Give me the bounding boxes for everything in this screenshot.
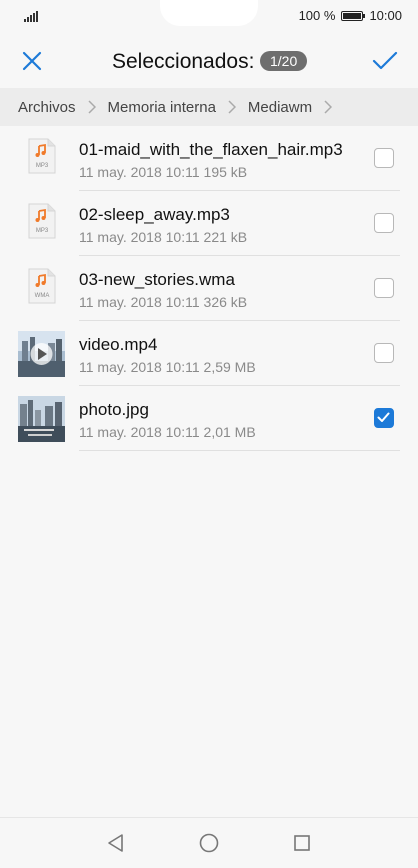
file-name: photo.jpg — [79, 400, 149, 419]
close-icon — [22, 51, 42, 71]
list-item[interactable]: video.mp4 11 may. 2018 10:11 2,59 MB — [0, 321, 418, 386]
recents-button[interactable] — [289, 830, 315, 856]
file-type-label: MP3 — [36, 228, 49, 234]
chevron-right-icon — [88, 100, 96, 114]
navigation-bar — [0, 817, 418, 868]
file-meta: 11 may. 2018 10:11 195 kB — [79, 164, 248, 180]
file-checkbox-checked[interactable] — [374, 408, 394, 428]
selection-count-badge: 1/20 — [260, 51, 308, 71]
battery-icon — [341, 10, 366, 21]
file-name: 03-new_stories.wma — [79, 270, 235, 289]
music-file-icon: WMA — [28, 268, 56, 304]
file-checkbox[interactable] — [374, 278, 394, 298]
home-button[interactable] — [196, 830, 222, 856]
list-item[interactable]: WMA 03-new_stories.wma 11 may. 2018 10:1… — [0, 256, 418, 321]
file-meta: 11 may. 2018 10:11 326 kB — [79, 294, 248, 310]
list-item[interactable]: MP3 02-sleep_away.mp3 11 may. 2018 10:11… — [0, 191, 418, 256]
music-file-icon: MP3 — [28, 203, 56, 239]
file-checkbox[interactable] — [374, 213, 394, 233]
selection-header: Seleccionados: 1/20 — [0, 34, 418, 88]
back-triangle-icon — [108, 834, 123, 852]
camera-notch — [160, 0, 258, 26]
chevron-right-icon — [228, 100, 236, 114]
file-name: 01-maid_with_the_flaxen_hair.mp3 — [79, 140, 343, 159]
battery-percent: 100 % — [298, 8, 336, 23]
recents-square-icon — [294, 835, 310, 851]
breadcrumb-archivos[interactable]: Archivos — [18, 99, 76, 116]
clock: 10:00 — [369, 8, 402, 23]
back-button[interactable] — [103, 830, 129, 856]
file-list: MP3 01-maid_with_the_flaxen_hair.mp3 11 … — [0, 126, 418, 451]
video-thumbnail — [18, 331, 65, 377]
list-item[interactable]: photo.jpg 11 may. 2018 10:11 2,01 MB — [0, 386, 418, 451]
file-name: 02-sleep_away.mp3 — [79, 205, 230, 224]
file-meta: 11 may. 2018 10:11 2,59 MB — [79, 359, 256, 375]
file-type-label: MP3 — [36, 163, 49, 169]
breadcrumb: Archivos Memoria interna Mediawm — [0, 88, 418, 126]
chevron-right-icon — [324, 100, 333, 114]
page-title: Seleccionados: — [112, 50, 255, 73]
list-item[interactable]: MP3 01-maid_with_the_flaxen_hair.mp3 11 … — [0, 126, 418, 191]
breadcrumb-mediawm[interactable]: Mediawm — [248, 99, 312, 116]
divider — [79, 450, 400, 451]
checkmark-icon — [377, 412, 390, 422]
file-type-label: WMA — [35, 293, 50, 299]
signal-icon — [24, 10, 38, 22]
status-bar: 100 % 10:00 — [0, 0, 418, 34]
breadcrumb-memoria-interna[interactable]: Memoria interna — [108, 99, 216, 116]
check-icon — [372, 51, 398, 70]
file-checkbox[interactable] — [374, 148, 394, 168]
file-checkbox[interactable] — [374, 343, 394, 363]
photo-thumbnail — [18, 396, 65, 442]
home-circle-icon — [199, 833, 219, 853]
file-name: video.mp4 — [79, 335, 158, 354]
close-button[interactable] — [17, 46, 47, 76]
file-meta: 11 may. 2018 10:11 221 kB — [79, 229, 248, 245]
confirm-button[interactable] — [370, 46, 400, 76]
file-meta: 11 may. 2018 10:11 2,01 MB — [79, 424, 256, 440]
music-file-icon: MP3 — [28, 138, 56, 174]
